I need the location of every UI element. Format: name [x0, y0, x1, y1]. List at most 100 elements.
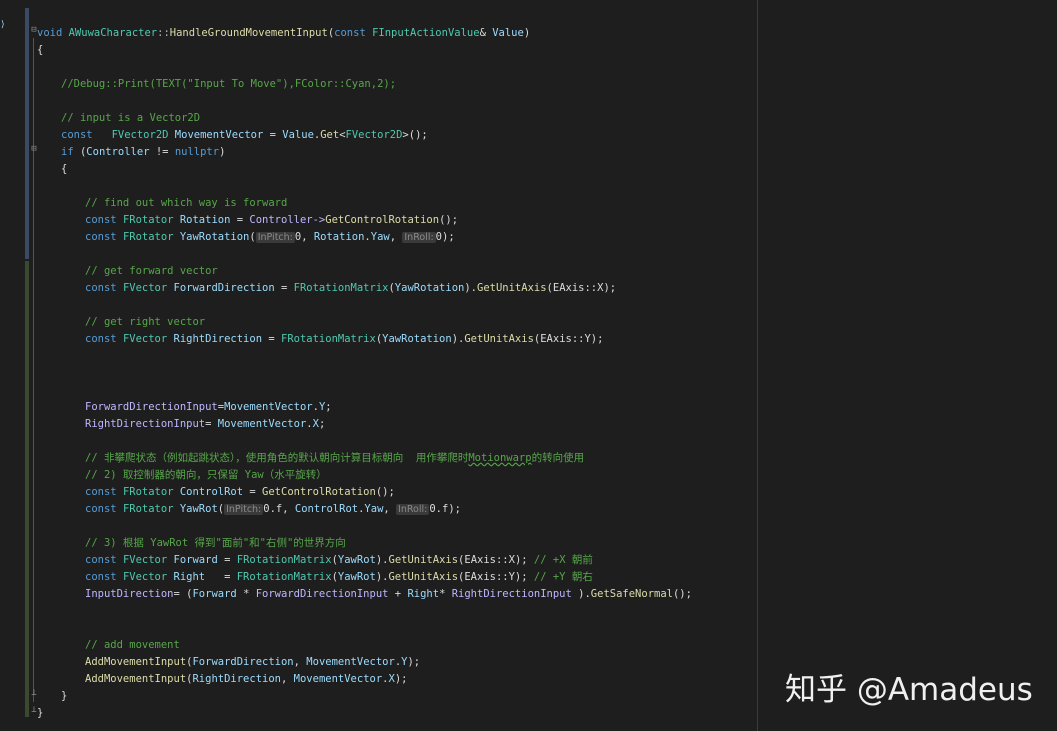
code-line[interactable]: // 3) 根据 YawRot 得到"面前"和"右侧"的世界方向: [85, 535, 346, 552]
type-name: FRotator: [122, 503, 180, 515]
parameter-hint: InRoll:: [402, 232, 436, 243]
operator: =: [274, 282, 294, 294]
function-name: AddMovementInput: [85, 673, 187, 685]
punctuation: ();: [375, 486, 395, 498]
code-line[interactable]: // 非攀爬状态（例如起跳状态），使用角色的默认朝向计算目标朝向 用作攀爬时Mo…: [85, 450, 584, 467]
comment: // get right vector: [85, 316, 206, 328]
code-line[interactable]: const FRotator YawRot(InPitch: 0.f, Contr…: [85, 501, 461, 518]
change-indicator-modified: [25, 8, 29, 259]
code-line[interactable]: // get forward vector: [85, 263, 218, 280]
punctuation: (: [249, 231, 256, 243]
type-name: FVector: [122, 333, 174, 345]
variable: ControlRot: [179, 486, 244, 498]
operator: =: [217, 554, 237, 566]
member: InputDirection: [85, 588, 174, 600]
type-name: FRotationMatrix: [293, 282, 389, 294]
punctuation: >();: [402, 129, 428, 141]
type-name: AWuwaCharacter: [68, 27, 158, 39]
code-line[interactable]: InputDirection= (Forward * ForwardDirect…: [85, 586, 692, 603]
punctuation: ).: [375, 554, 389, 566]
comment: //Debug::Print(TEXT("Input To Move"),FCo…: [61, 78, 397, 90]
operator: +: [388, 588, 408, 600]
fold-toggle-icon[interactable]: ⊟: [30, 144, 38, 154]
punctuation: );: [442, 231, 455, 243]
punctuation: ): [219, 146, 226, 158]
operator: =: [205, 418, 218, 430]
parameter-hint: InPitch:: [224, 504, 264, 515]
operator: =: [230, 214, 250, 226]
fold-guide-line: [33, 38, 34, 702]
keyword: void: [37, 27, 69, 39]
operator: = (: [173, 588, 193, 600]
variable: MovementVector: [306, 656, 395, 668]
operator: =: [205, 571, 237, 583]
code-line[interactable]: const FVector RightDirection = FRotation…: [85, 331, 603, 348]
code-line[interactable]: const FVector2D MovementVector = Value.G…: [61, 127, 428, 144]
variable: YawRotation: [394, 282, 465, 294]
code-line[interactable]: const FVector ForwardDirection = FRotati…: [85, 280, 616, 297]
keyword: const: [61, 129, 112, 141]
code-line[interactable]: AddMovementInput(ForwardDirection, Movem…: [85, 654, 420, 671]
variable: RightDirection: [192, 673, 281, 685]
punctuation: &: [479, 27, 493, 39]
argument: (EAxis::X);: [458, 554, 534, 566]
code-line[interactable]: // add movement: [85, 637, 180, 654]
code-line[interactable]: const FRotator Rotation = Controller->Ge…: [85, 212, 458, 229]
code-line[interactable]: // 2) 取控制器的朝向，只保留 Yaw（水平旋转）: [85, 467, 327, 484]
keyword: if: [61, 146, 80, 158]
function-name: GetUnitAxis: [388, 571, 459, 583]
argument: 0,: [294, 231, 314, 243]
watermark: 知乎 @Amadeus: [785, 672, 1033, 708]
punctuation: ;: [318, 418, 326, 430]
member: RightDirectionInput: [85, 418, 206, 430]
code-line[interactable]: const FRotator ControlRot = GetControlRo…: [85, 484, 395, 501]
code-line[interactable]: void AWuwaCharacter::HandleGroundMovemen…: [37, 25, 530, 42]
punctuation: ,: [383, 503, 397, 515]
type-name: FInputActionValue: [372, 27, 480, 39]
code-line[interactable]: ForwardDirectionInput=MovementVector.Y;: [85, 399, 332, 416]
code-line[interactable]: // get right vector: [85, 314, 205, 331]
comment: // 2) 取控制器的朝向，只保留 Yaw（水平旋转）: [85, 469, 327, 481]
comment: // add movement: [85, 639, 180, 651]
code-line[interactable]: // input is a Vector2D: [61, 110, 200, 127]
keyword: const: [334, 27, 373, 39]
code-line[interactable]: const FVector Forward = FRotationMatrix (…: [85, 552, 593, 569]
brace: }: [37, 707, 44, 719]
punctuation: ).: [571, 588, 591, 600]
variable: Right: [173, 571, 206, 583]
code-line[interactable]: const FVector Right = FRotationMatrix(Ya…: [85, 569, 593, 586]
code-line[interactable]: {: [37, 42, 43, 59]
variable: YawRotation: [382, 333, 452, 345]
punctuation: ();: [672, 588, 692, 600]
function-name: GetUnitAxis: [388, 554, 459, 566]
fold-end-icon: ⊥: [31, 688, 37, 698]
code-line[interactable]: AddMovementInput(RightDirection, Movemen…: [85, 671, 407, 688]
punctuation: ).: [375, 571, 389, 583]
type-name: FRotationMatrix: [236, 571, 332, 583]
variable: Value: [282, 129, 314, 141]
code-line[interactable]: }: [37, 705, 43, 722]
argument: 0.f: [429, 503, 449, 515]
keyword: const: [85, 231, 123, 243]
variable: ForwardDirection: [173, 282, 275, 294]
member: Yaw: [364, 503, 384, 515]
type-name: FVector2D: [111, 129, 175, 141]
punctuation: );: [407, 656, 421, 668]
code-line[interactable]: //Debug::Print(TEXT("Input To Move"),FCo…: [61, 76, 396, 93]
operator: *: [439, 588, 452, 600]
member: RightDirectionInput: [451, 588, 572, 600]
operator: ->: [312, 214, 326, 226]
code-line[interactable]: const FRotator YawRotation(InPitch: 0, Ro…: [85, 229, 455, 246]
code-line[interactable]: if (Controller != nullptr): [61, 144, 225, 161]
parameter-hint: InRoll:: [396, 504, 430, 515]
code-line[interactable]: RightDirectionInput= MovementVector.X;: [85, 416, 325, 433]
type-name: FVector2D: [345, 129, 403, 141]
comment: // +X 朝前: [533, 554, 593, 566]
bookmark-icon: ⟩: [0, 20, 6, 30]
spelling-squiggle: Motionwarp: [468, 452, 532, 464]
code-line[interactable]: // find out which way is forward: [85, 195, 287, 212]
comment: // input is a Vector2D: [61, 112, 201, 124]
code-editor[interactable]: ⟩ ⊟ ⊟ ⊥ ⊥ void AWuwaCharacter::HandleGro…: [0, 0, 1057, 731]
code-line[interactable]: }: [61, 688, 67, 705]
code-line[interactable]: {: [61, 161, 67, 178]
